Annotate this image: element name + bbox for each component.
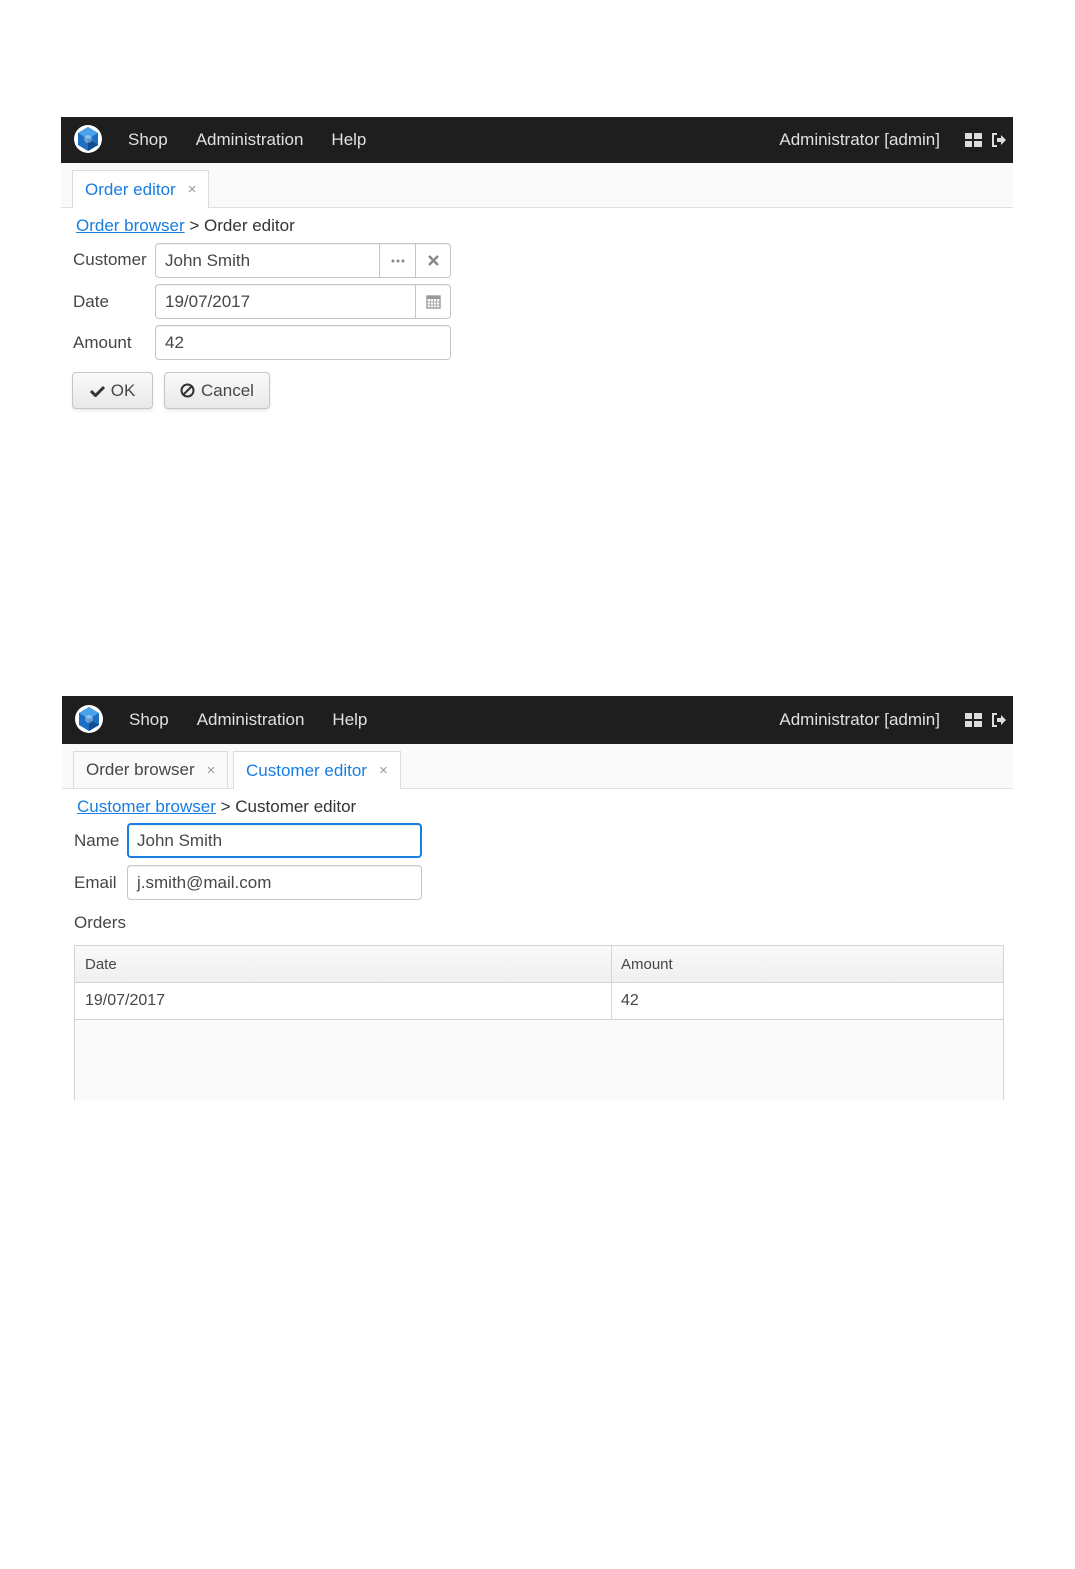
customer-value: John Smith — [165, 250, 251, 270]
date-label: Date — [73, 292, 109, 311]
date-value: 19/07/2017 — [165, 291, 251, 311]
app-menu-grid-icon[interactable] — [965, 133, 982, 147]
calendar-icon[interactable] — [415, 284, 451, 319]
email-field[interactable]: j.smith@mail.com — [127, 865, 422, 900]
tab-customer-editor[interactable]: Customer editor × — [233, 751, 401, 789]
tab-label: Order browser — [86, 760, 195, 779]
menu-help[interactable]: Help — [331, 130, 366, 150]
breadcrumb: Customer browser > Customer editor — [77, 797, 356, 817]
amount-value: 42 — [165, 332, 184, 352]
logout-icon[interactable] — [991, 713, 1007, 727]
menu-administration[interactable]: Administration — [197, 710, 305, 730]
top-navbar: Shop Administration Help Administrator [… — [61, 117, 1013, 163]
ok-button[interactable]: OK — [72, 372, 153, 409]
cell-amount: 42 — [621, 992, 639, 1009]
orders-table[interactable]: Date Amount 19/07/2017 42 — [74, 945, 1004, 1100]
ok-label: OK — [110, 380, 136, 400]
table-header: Date Amount — [75, 946, 1003, 983]
date-field[interactable]: 19/07/2017 — [155, 284, 451, 319]
amount-label: Amount — [73, 333, 132, 352]
table-row[interactable]: 19/07/2017 42 — [75, 983, 1003, 1020]
checkmark-icon — [89, 385, 105, 397]
customer-label: Customer — [73, 250, 147, 269]
name-field[interactable]: John Smith — [127, 823, 422, 858]
column-header-date[interactable]: Date — [75, 946, 612, 982]
menu-shop[interactable]: Shop — [129, 710, 169, 730]
order-editor-window: Shop Administration Help Administrator [… — [61, 117, 1013, 417]
orders-caption: Orders — [74, 913, 126, 932]
breadcrumb-link-customer-browser[interactable]: Customer browser — [77, 797, 216, 816]
cell-date: 19/07/2017 — [75, 983, 612, 1019]
tab-order-browser[interactable]: Order browser × — [73, 751, 229, 788]
ban-icon — [180, 383, 195, 398]
breadcrumb-link-order-browser[interactable]: Order browser — [76, 216, 185, 235]
customer-editor-window: Shop Administration Help Administrator [… — [62, 696, 1013, 1100]
tab-label: Order editor — [85, 179, 176, 199]
logout-icon[interactable] — [991, 133, 1007, 147]
tab-order-editor[interactable]: Order editor × — [72, 170, 210, 208]
email-label: Email — [74, 873, 117, 892]
user-name[interactable]: Administrator [admin] — [779, 710, 940, 730]
app-logo-icon[interactable] — [74, 704, 104, 734]
name-value: John Smith — [137, 830, 223, 850]
main-menu: Shop Administration Help — [115, 696, 381, 744]
menu-shop[interactable]: Shop — [128, 130, 168, 150]
name-label: Name — [74, 831, 120, 850]
app-logo-icon[interactable] — [73, 124, 103, 154]
close-icon[interactable]: × — [188, 181, 197, 198]
clear-x-icon[interactable] — [415, 243, 451, 278]
tab-bar: Order editor × — [61, 163, 1013, 208]
column-header-amount[interactable]: Amount — [612, 946, 1003, 982]
close-icon[interactable]: × — [207, 762, 216, 779]
breadcrumb-current: Customer editor — [235, 797, 357, 816]
menu-administration[interactable]: Administration — [196, 130, 304, 150]
tab-label: Customer editor — [246, 760, 367, 780]
user-area: Administrator [admin] — [779, 117, 1007, 163]
lookup-ellipsis-icon[interactable] — [379, 243, 415, 278]
main-menu: Shop Administration Help — [114, 117, 380, 163]
user-name[interactable]: Administrator [admin] — [779, 130, 940, 150]
top-navbar: Shop Administration Help Administrator [… — [62, 696, 1013, 744]
breadcrumb-separator: > — [220, 797, 231, 816]
breadcrumb-current: Order editor — [204, 216, 295, 235]
breadcrumb-separator: > — [189, 216, 200, 235]
app-menu-grid-icon[interactable] — [965, 713, 982, 727]
menu-help[interactable]: Help — [332, 710, 367, 730]
email-value: j.smith@mail.com — [137, 872, 272, 892]
breadcrumb: Order browser > Order editor — [76, 216, 295, 236]
user-area: Administrator [admin] — [779, 696, 1007, 744]
customer-picker-field[interactable]: John Smith — [155, 243, 451, 278]
close-icon[interactable]: × — [379, 762, 388, 779]
cancel-button[interactable]: Cancel — [164, 372, 270, 409]
cancel-label: Cancel — [201, 380, 254, 400]
tab-bar: Order browser × Customer editor × — [62, 744, 1013, 789]
amount-field[interactable]: 42 — [155, 325, 451, 360]
